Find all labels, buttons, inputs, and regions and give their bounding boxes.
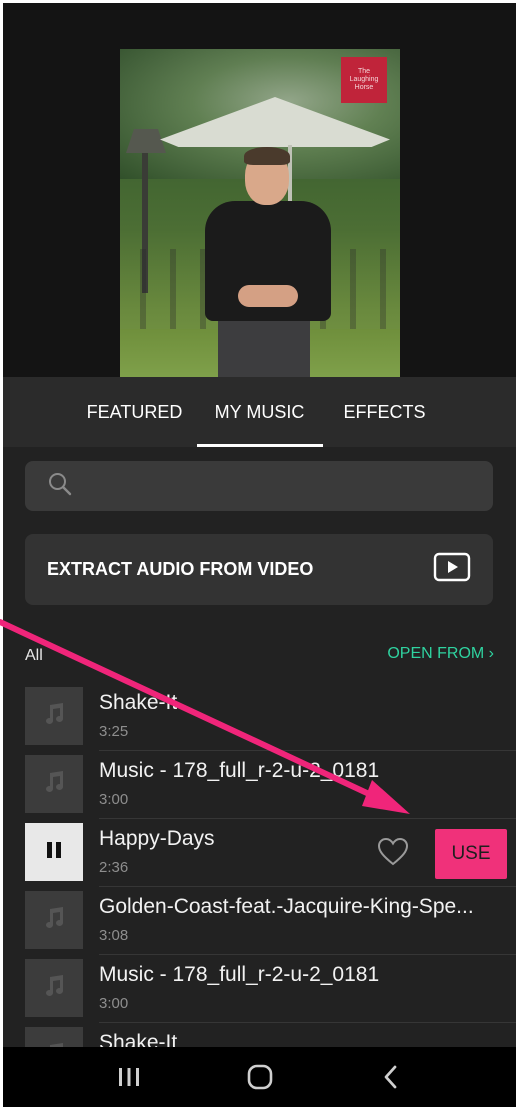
use-button[interactable]: USE — [435, 829, 507, 879]
video-preview-area: The Laughing Horse — [3, 3, 516, 377]
tab-my-music[interactable]: MY MUSIC — [196, 377, 323, 447]
track-row[interactable]: Golden-Coast-feat.-Jacquire-King-Spe... … — [3, 887, 516, 955]
track-row-playing[interactable]: Happy-Days 2:36 USE — [3, 819, 516, 887]
track-duration: 3:00 — [99, 791, 129, 808]
track-thumbnail[interactable] — [25, 755, 83, 813]
home-icon[interactable] — [240, 1057, 280, 1097]
search-icon — [47, 471, 73, 502]
person-hair-shape — [244, 147, 290, 165]
video-preview[interactable]: The Laughing Horse — [120, 49, 400, 377]
phone-screen: The Laughing Horse FEATURED MY MUSIC EFF… — [3, 3, 516, 1107]
extract-audio-button[interactable]: EXTRACT AUDIO FROM VIDEO — [25, 534, 493, 605]
track-row[interactable]: Music - 178_full_r-2-u-2_0181 3:00 — [3, 955, 516, 1023]
track-duration: 3:08 — [99, 927, 129, 944]
music-note-icon — [41, 769, 67, 800]
search-bar[interactable] — [25, 461, 493, 511]
track-title: Shake-It — [99, 691, 178, 714]
music-tabs: FEATURED MY MUSIC EFFECTS — [3, 377, 516, 447]
tab-effects[interactable]: EFFECTS — [323, 377, 447, 447]
track-duration: 3:25 — [99, 723, 129, 740]
track-duration: 2:36 — [99, 859, 129, 876]
watermark-logo: The Laughing Horse — [341, 57, 387, 103]
back-icon[interactable] — [371, 1057, 411, 1097]
music-note-icon — [41, 701, 67, 732]
person-legs-shape — [218, 321, 310, 377]
track-title: Happy-Days — [99, 827, 215, 850]
track-thumbnail[interactable] — [25, 891, 83, 949]
heart-icon[interactable] — [377, 837, 409, 872]
track-title: Music - 178_full_r-2-u-2_0181 — [99, 759, 380, 782]
music-content: EXTRACT AUDIO FROM VIDEO All OPEN FROM ›… — [3, 447, 516, 1085]
music-note-icon — [41, 973, 67, 1004]
track-title: Music - 178_full_r-2-u-2_0181 — [99, 963, 380, 986]
track-row[interactable]: Shake-It 3:25 — [3, 683, 516, 751]
track-thumbnail[interactable] — [25, 959, 83, 1017]
pause-icon — [43, 839, 65, 866]
track-title: Golden-Coast-feat.-Jacquire-King-Spe... — [99, 895, 474, 918]
track-thumbnail[interactable] — [25, 687, 83, 745]
open-from-link[interactable]: OPEN FROM › — [387, 645, 494, 663]
system-nav-bar — [3, 1047, 516, 1107]
recent-apps-icon[interactable] — [109, 1057, 149, 1097]
search-input[interactable] — [85, 477, 465, 495]
music-note-icon — [41, 905, 67, 936]
track-duration: 3:00 — [99, 995, 129, 1012]
video-play-icon — [433, 552, 471, 587]
track-row[interactable]: Music - 178_full_r-2-u-2_0181 3:00 — [3, 751, 516, 819]
track-list: Shake-It 3:25 Music - 178_full_r-2-u-2_0… — [3, 683, 516, 1091]
extract-audio-label: EXTRACT AUDIO FROM VIDEO — [47, 559, 314, 579]
all-filter-label: All — [25, 647, 43, 664]
person-hands-shape — [238, 285, 298, 307]
track-thumbnail-playing[interactable] — [25, 823, 83, 881]
tab-featured[interactable]: FEATURED — [73, 377, 197, 447]
